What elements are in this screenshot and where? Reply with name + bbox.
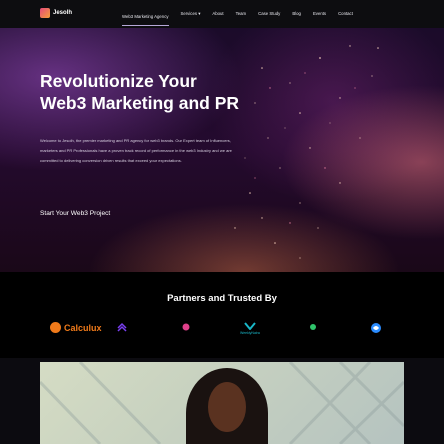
nav-item-web3-marketing-agency[interactable]: Web3 Marketing Agency bbox=[122, 3, 169, 26]
gem-logo-icon bbox=[182, 323, 190, 331]
nav-item-blog[interactable]: Blog bbox=[292, 0, 301, 28]
hero-section: Revolutionize Your Web3 Marketing and PR… bbox=[0, 28, 444, 272]
chevron-down-icon: ▾ bbox=[198, 11, 201, 16]
swirl-logo-icon bbox=[371, 323, 381, 333]
hero-title-line-2: Web3 Marketing and PR bbox=[40, 93, 240, 113]
partner-weeklynaira[interactable]: WeeklyNaira bbox=[240, 322, 260, 335]
hero-title: Revolutionize Your Web3 Marketing and PR bbox=[40, 70, 280, 114]
v-logo-icon bbox=[244, 322, 256, 330]
nav-item-case-study[interactable]: Case Study bbox=[258, 0, 280, 28]
logo-icon bbox=[40, 8, 50, 18]
partner-calculux[interactable]: Calculux bbox=[50, 322, 102, 333]
portrait-face bbox=[208, 382, 246, 432]
nav-item-about[interactable]: About bbox=[212, 0, 223, 28]
top-navbar: Jesolh Web3 Marketing Agency Services ▾ … bbox=[0, 0, 444, 28]
brand-name: Jesolh bbox=[53, 10, 73, 16]
nav-item-events[interactable]: Events bbox=[313, 0, 326, 28]
start-project-button[interactable]: Start Your Web3 Project bbox=[40, 210, 110, 217]
calculux-logo-icon bbox=[50, 322, 61, 333]
partner-purple-logo[interactable] bbox=[117, 322, 127, 332]
team-photo-section bbox=[0, 358, 444, 444]
nav-item-services-label: Services bbox=[180, 11, 197, 16]
hero-title-line-1: Revolutionize Your bbox=[40, 71, 197, 91]
partner-pink-logo[interactable] bbox=[181, 322, 191, 332]
chevron-logo-icon bbox=[117, 322, 127, 332]
hero-description: Welcome to Jesolh, the premier marketing… bbox=[40, 138, 232, 163]
nav-item-team[interactable]: Team bbox=[236, 0, 247, 28]
partner-weeklynaira-name: WeeklyNaira bbox=[240, 331, 260, 335]
main-menu: Web3 Marketing Agency Services ▾ About T… bbox=[122, 0, 365, 28]
leaf-logo-icon bbox=[310, 324, 316, 330]
nav-item-services[interactable]: Services ▾ bbox=[181, 0, 201, 28]
partner-green-logo[interactable] bbox=[308, 322, 318, 332]
partners-section: Partners and Trusted By Calculux WeeklyN… bbox=[0, 272, 444, 358]
brand-logo[interactable]: Jesolh bbox=[40, 8, 72, 18]
nav-item-contact[interactable]: Contact bbox=[338, 0, 353, 28]
partner-blue-logo[interactable] bbox=[370, 322, 382, 334]
partner-calculux-name: Calculux bbox=[64, 322, 102, 333]
team-photo bbox=[40, 362, 404, 444]
partners-title: Partners and Trusted By bbox=[167, 293, 277, 304]
